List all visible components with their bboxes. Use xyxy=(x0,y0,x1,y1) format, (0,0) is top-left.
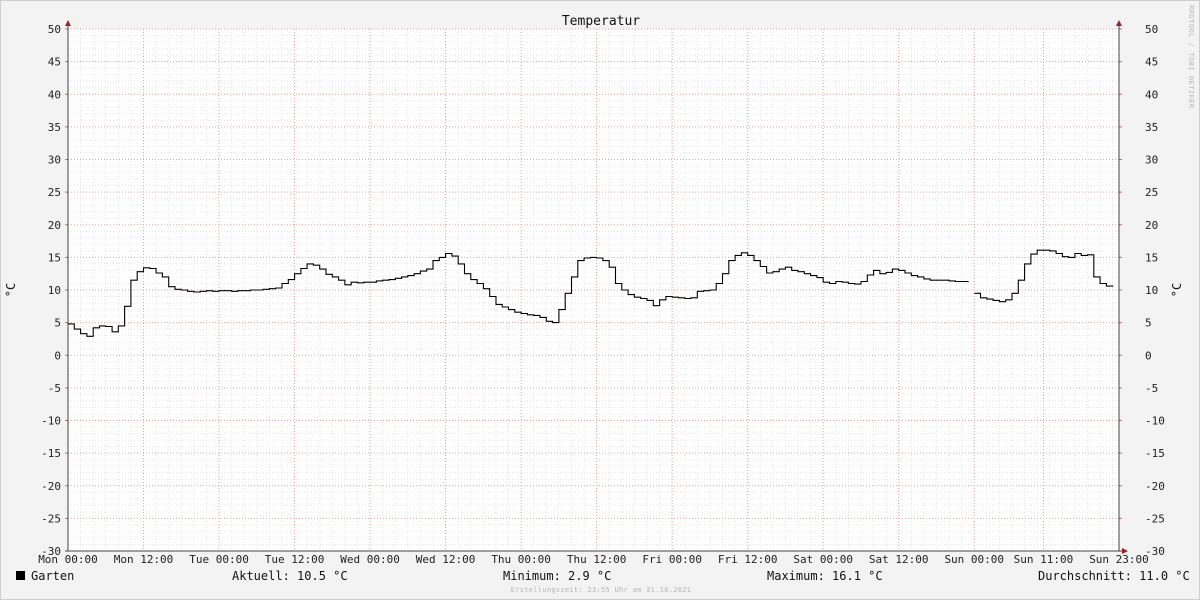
x-tick-label: Sat 00:00 xyxy=(793,553,853,566)
watermark: RRDTOOL / TOBI OETIKER xyxy=(1187,5,1195,109)
x-tick-label: Thu 00:00 xyxy=(491,553,551,566)
y-tick-label-left: 10 xyxy=(48,284,61,297)
y-tick-label-left: 35 xyxy=(48,121,61,134)
y-tick-label-right: 20 xyxy=(1145,219,1158,232)
y-tick-label-left: -5 xyxy=(48,382,61,395)
y-axis-label-right: °C xyxy=(1170,283,1184,297)
legend-swatch xyxy=(16,571,25,580)
y-tick-label-left: -25 xyxy=(41,512,61,525)
x-tick-label: Sat 12:00 xyxy=(869,553,929,566)
y-tick-label-right: 5 xyxy=(1145,317,1152,330)
y-tick-label-right: 0 xyxy=(1145,349,1152,362)
y-tick-label-right: -15 xyxy=(1145,447,1165,460)
chart-title: Temperatur xyxy=(562,14,640,29)
x-tick-label: Sun 00:00 xyxy=(944,553,1004,566)
y-tick-label-right: 45 xyxy=(1145,56,1158,69)
y-tick-label-right: 35 xyxy=(1145,121,1158,134)
legend-average-value: Durchschnitt: 11.0 °C xyxy=(1038,569,1190,583)
x-tick-label: Mon 12:00 xyxy=(114,553,174,566)
x-tick-label: Fri 12:00 xyxy=(718,553,778,566)
y-tick-label-left: 45 xyxy=(48,56,61,69)
x-tick-label: Tue 00:00 xyxy=(189,553,249,566)
legend-current-value: Aktuell: 10.5 °C xyxy=(232,569,348,583)
y-tick-label-left: 50 xyxy=(48,23,61,36)
x-tick-label: Fri 00:00 xyxy=(642,553,702,566)
legend-maximum-value: Maximum: 16.1 °C xyxy=(767,569,883,583)
y-axis-arrow-left xyxy=(65,20,71,26)
y-tick-label-left: 5 xyxy=(54,317,61,330)
y-axis-arrow-right xyxy=(1116,20,1122,26)
y-tick-label-left: 30 xyxy=(48,154,61,167)
y-tick-label-left: -15 xyxy=(41,447,61,460)
y-tick-label-left: -20 xyxy=(41,480,61,493)
legend-series-name: Garten xyxy=(31,569,75,583)
legend-row: Garten Aktuell: 10.5 °C Minimum: 2.9 °C … xyxy=(1,567,1200,587)
x-tick-label: Thu 12:00 xyxy=(567,553,627,566)
y-tick-label-left: 0 xyxy=(54,349,61,362)
chart-frame: 50 50 45 45 40 40 35 35 30 30 25 25 20 20 15 15 10 10 5 5 0 0… xyxy=(0,0,1200,600)
y-tick-label-right: -10 xyxy=(1145,415,1165,428)
y-tick-label-right: 50 xyxy=(1145,23,1158,36)
x-tick-label: Wed 00:00 xyxy=(340,553,400,566)
x-tick-label: Mon 00:00 xyxy=(38,553,98,566)
legend-minimum-value: Minimum: 2.9 °C xyxy=(503,569,612,583)
y-tick-label-right: 40 xyxy=(1145,88,1158,101)
y-tick-label-right: 25 xyxy=(1145,186,1158,199)
y-tick-label-right: 15 xyxy=(1145,251,1158,264)
y-tick-label-right: -20 xyxy=(1145,480,1165,493)
x-tick-label: Sun 11:00 xyxy=(1014,553,1074,566)
creation-time-footer: Erstellungszeit: 23:55 Uhr am 31.10.2021 xyxy=(510,586,692,594)
temperature-chart: 50 5045 4540 4035 3530 3025 2520 2015 1510 105 50 0… xyxy=(4,5,1195,566)
x-tick-label: Tue 12:00 xyxy=(265,553,325,566)
y-tick-label-right: -5 xyxy=(1145,382,1158,395)
y-tick-label-left: 40 xyxy=(48,88,61,101)
y-tick-label-left: 15 xyxy=(48,251,61,264)
x-tick-label: Wed 12:00 xyxy=(416,553,476,566)
y-tick-label-left: 20 xyxy=(48,219,61,232)
y-tick-label-left: 25 xyxy=(48,186,61,199)
y-tick-label-left: -10 xyxy=(41,415,61,428)
x-tick-label: Sun 23:00 xyxy=(1089,553,1149,566)
y-tick-label-right: 10 xyxy=(1145,284,1158,297)
y-tick-label-right: 30 xyxy=(1145,154,1158,167)
y-axis-label-left: °C xyxy=(4,283,18,297)
y-tick-label-right: -25 xyxy=(1145,512,1165,525)
